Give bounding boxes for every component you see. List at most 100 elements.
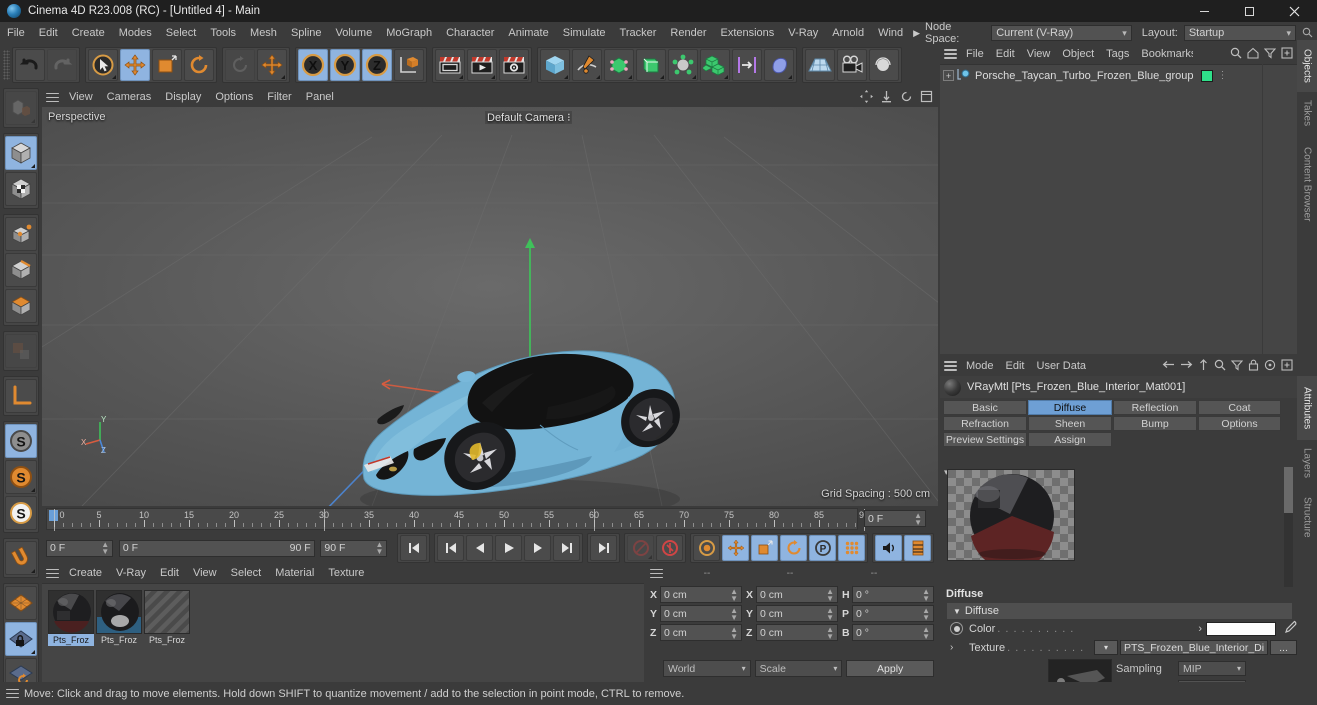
menu-mograph[interactable]: MoGraph xyxy=(379,22,439,44)
add-icon[interactable] xyxy=(1281,46,1293,62)
porsche-taycan-model[interactable] xyxy=(42,107,938,506)
toolbar-grip[interactable] xyxy=(3,50,10,80)
material-item[interactable]: Pts_Froz xyxy=(48,590,94,646)
tab-options[interactable]: Options xyxy=(1198,416,1281,431)
workplane-button[interactable] xyxy=(5,586,37,620)
material-menu-material[interactable]: Material xyxy=(268,564,321,583)
material-menu-view[interactable]: View xyxy=(186,564,224,583)
texture-browse-button[interactable]: ... xyxy=(1270,640,1297,655)
lock-y-axis[interactable]: Y xyxy=(330,49,360,81)
tab-preview-settings[interactable]: Preview Settings xyxy=(943,432,1027,447)
model-mode-button[interactable] xyxy=(5,136,37,170)
size-x-field[interactable]: 0 cm ▲ ▼ xyxy=(756,586,838,603)
attribute-menu-user-data[interactable]: User Data xyxy=(1031,356,1093,376)
points-mode-button[interactable] xyxy=(5,217,37,251)
menu-vray[interactable]: V-Ray xyxy=(781,22,825,44)
spinner-icon[interactable]: ▲▼ xyxy=(922,606,930,621)
spinner-icon[interactable]: ▲▼ xyxy=(922,625,930,640)
color-expand-arrow-icon[interactable]: › xyxy=(1198,623,1202,635)
attribute-scrollbar[interactable] xyxy=(1284,467,1293,587)
object-row[interactable]: + Porsche_Taycan_Turbo_Frozen_Blue_group… xyxy=(940,67,1297,84)
menu-modes[interactable]: Modes xyxy=(112,22,159,44)
record-active-objects-button[interactable] xyxy=(656,535,683,561)
menu-select[interactable]: Select xyxy=(159,22,204,44)
menu-character[interactable]: Character xyxy=(439,22,501,44)
hamburger-icon[interactable] xyxy=(940,47,960,61)
spinner-icon[interactable]: ▲▼ xyxy=(730,625,738,640)
material-menu-vray[interactable]: V-Ray xyxy=(109,564,153,583)
add-floor-button[interactable] xyxy=(805,49,835,81)
position-key-button[interactable] xyxy=(722,535,749,561)
material-list[interactable]: Pts_Froz Pts_Froz Pts_Froz xyxy=(42,583,644,682)
rotate-tool[interactable] xyxy=(184,49,214,81)
spinner-icon[interactable]: ▲▼ xyxy=(730,587,738,602)
texture-dropdown-button[interactable]: ▾ xyxy=(1094,640,1118,655)
edges-mode-button[interactable] xyxy=(5,253,37,287)
back-arrow-icon[interactable] xyxy=(1162,359,1175,373)
tab-bump[interactable]: Bump xyxy=(1113,416,1197,431)
tab-reflection[interactable]: Reflection xyxy=(1113,400,1197,415)
next-key-button[interactable] xyxy=(553,535,580,561)
hamburger-icon[interactable] xyxy=(646,566,666,580)
search-icon[interactable] xyxy=(1297,24,1317,40)
object-menu-file[interactable]: File xyxy=(960,44,990,64)
vtab-structure[interactable]: Structure xyxy=(1297,486,1317,548)
add-deformer-button[interactable] xyxy=(668,49,698,81)
search-icon[interactable] xyxy=(1230,47,1242,62)
scale-key-button[interactable] xyxy=(751,535,778,561)
render-to-picture-viewer-button[interactable] xyxy=(467,49,497,81)
menu-file[interactable]: File xyxy=(0,22,32,44)
snap-disabled-button[interactable]: S xyxy=(5,424,37,458)
object-menu-object[interactable]: Object xyxy=(1056,44,1100,64)
snap-settings-button[interactable]: S xyxy=(5,496,37,530)
lock-workplane-button[interactable] xyxy=(5,622,37,656)
lock-x-axis[interactable]: X xyxy=(298,49,328,81)
menu-overflow-arrow-icon[interactable]: ▶ xyxy=(910,28,923,39)
material-menu-edit[interactable]: Edit xyxy=(153,564,186,583)
color-swatch[interactable] xyxy=(1206,621,1276,636)
keyframe-selection-button[interactable] xyxy=(693,535,720,561)
close-button[interactable] xyxy=(1272,0,1317,22)
spinner-icon[interactable]: ▲▼ xyxy=(922,587,930,602)
make-editable-button[interactable] xyxy=(5,91,37,125)
add-light-button[interactable] xyxy=(869,49,899,81)
preview-range-field[interactable]: 0 F 90 F xyxy=(118,539,315,557)
viewport-menu-view[interactable]: View xyxy=(62,88,100,107)
filter-icon[interactable] xyxy=(1263,47,1277,62)
object-tag-swatch[interactable] xyxy=(1200,69,1213,82)
timeline-button[interactable] xyxy=(904,535,931,561)
vtab-layers[interactable]: Layers xyxy=(1297,440,1317,486)
go-to-start-button[interactable] xyxy=(400,535,427,561)
eyedropper-icon[interactable] xyxy=(1283,620,1297,637)
material-menu-create[interactable]: Create xyxy=(62,564,109,583)
add-spline-button[interactable] xyxy=(572,49,602,81)
go-to-end-button[interactable] xyxy=(590,535,617,561)
point-level-animation-button[interactable] xyxy=(838,535,865,561)
menu-tracker[interactable]: Tracker xyxy=(613,22,664,44)
target-icon[interactable] xyxy=(1264,359,1276,374)
timeline-ruler[interactable]: 0 5 10 15 20 25 30 35 40 45 50 55 60 65 … xyxy=(46,508,869,531)
tab-basic[interactable]: Basic xyxy=(943,400,1027,415)
spinner-icon[interactable]: ▲▼ xyxy=(914,511,922,526)
viewport-menu-options[interactable]: Options xyxy=(208,88,260,107)
menu-render[interactable]: Render xyxy=(663,22,713,44)
viewport-3d[interactable]: Perspective Default Camera ⁝ Grid Spacin… xyxy=(42,107,938,506)
menu-extensions[interactable]: Extensions xyxy=(713,22,781,44)
menu-tools[interactable]: Tools xyxy=(203,22,243,44)
filter-icon[interactable] xyxy=(1230,359,1244,374)
vtab-attributes[interactable]: Attributes xyxy=(1297,376,1317,440)
object-menu-view[interactable]: View xyxy=(1021,44,1057,64)
menu-volume[interactable]: Volume xyxy=(329,22,380,44)
tab-assign[interactable]: Assign xyxy=(1028,432,1112,447)
diffuse-group-header[interactable]: ▼ Diffuse xyxy=(947,603,1292,619)
vtab-content-browser[interactable]: Content Browser xyxy=(1297,134,1317,234)
coordinate-system-select[interactable]: World ▾ xyxy=(663,660,751,677)
material-menu-select[interactable]: Select xyxy=(224,564,269,583)
menu-edit[interactable]: Edit xyxy=(32,22,65,44)
move-tool[interactable] xyxy=(120,49,150,81)
menu-simulate[interactable]: Simulate xyxy=(556,22,613,44)
hamburger-icon[interactable] xyxy=(42,90,62,104)
lock-z-axis[interactable]: Z xyxy=(362,49,392,81)
rotation-h-field[interactable]: 0 ° ▲ ▼ xyxy=(852,586,934,603)
add-cube-button[interactable] xyxy=(540,49,570,81)
